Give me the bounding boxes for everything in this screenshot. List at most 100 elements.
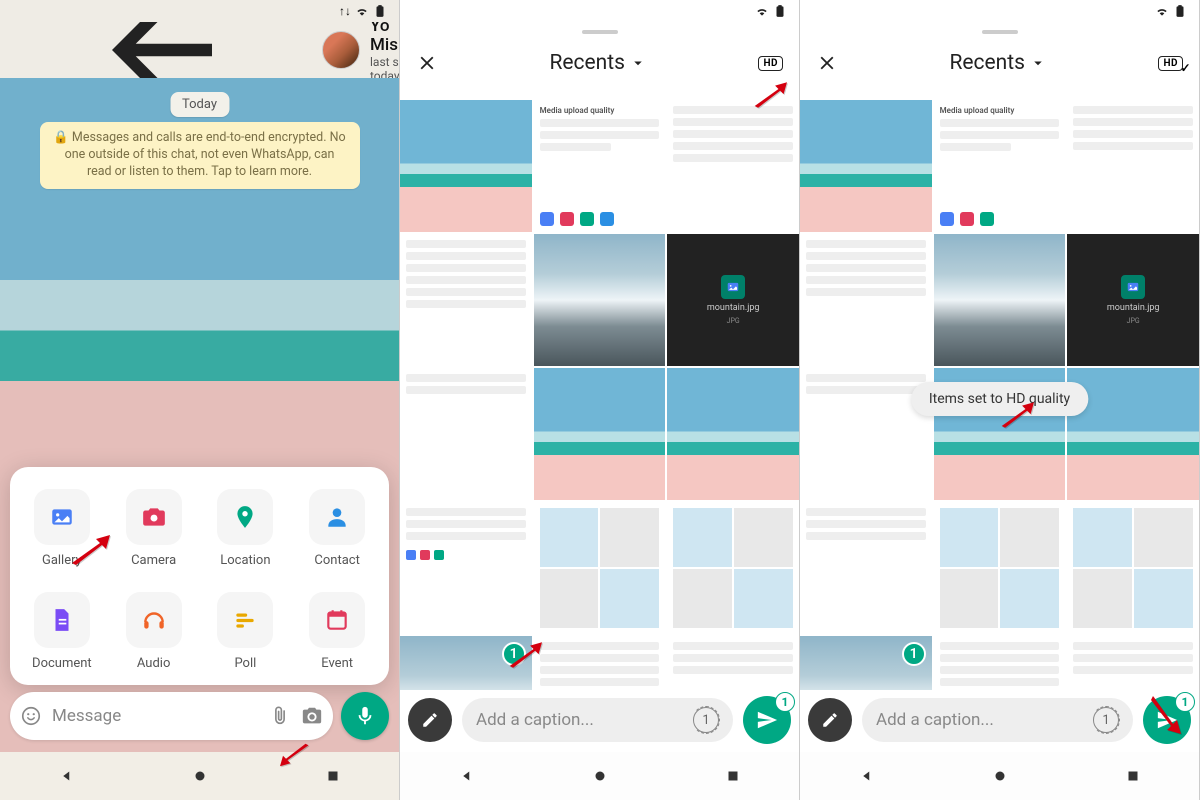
- camera-icon: [141, 504, 167, 530]
- attach-audio[interactable]: Audio: [108, 592, 200, 671]
- thumb[interactable]: mountain.jpg JPG: [667, 234, 799, 366]
- attach-location[interactable]: Location: [200, 489, 292, 568]
- android-nav: [800, 752, 1199, 800]
- thumb-filename: mountain.jpg: [707, 303, 760, 313]
- selection-badge: 1: [902, 642, 926, 666]
- thumb[interactable]: [667, 368, 799, 500]
- chevron-down-icon: [1029, 54, 1047, 72]
- message-input[interactable]: Message: [10, 692, 333, 740]
- send-button[interactable]: 1: [1143, 696, 1191, 744]
- hd-toggle-active[interactable]: HD: [1158, 56, 1183, 71]
- wifi-icon: [355, 4, 369, 18]
- chevron-down-icon: [629, 54, 647, 72]
- event-icon: [324, 607, 350, 633]
- thumb-selected[interactable]: 1: [800, 636, 932, 690]
- thumb[interactable]: [934, 636, 1066, 690]
- nav-back-icon[interactable]: [858, 767, 876, 785]
- nav-recent-icon[interactable]: [324, 767, 342, 785]
- thumb[interactable]: [1067, 636, 1199, 690]
- thumb[interactable]: [1067, 502, 1199, 634]
- attach-camera[interactable]: Camera: [108, 489, 200, 568]
- thumb[interactable]: [800, 502, 932, 634]
- picker-title[interactable]: Recents: [838, 51, 1158, 75]
- close-icon[interactable]: [816, 52, 838, 74]
- thumb[interactable]: [1067, 100, 1199, 232]
- attach-document[interactable]: Document: [16, 592, 108, 671]
- contact-icon: [324, 504, 350, 530]
- send-button[interactable]: 1: [743, 696, 791, 744]
- thumb[interactable]: [400, 368, 532, 500]
- sticker-icon[interactable]: [20, 705, 42, 727]
- view-once-icon[interactable]: 1: [693, 707, 719, 733]
- battery-icon: [1173, 4, 1187, 18]
- thumb[interactable]: [800, 234, 932, 366]
- thumb[interactable]: [934, 502, 1066, 634]
- encryption-notice[interactable]: 🔒Messages and calls are end-to-end encry…: [40, 122, 360, 189]
- thumb[interactable]: [667, 502, 799, 634]
- gallery-icon: [49, 504, 75, 530]
- thumb[interactable]: [800, 100, 932, 232]
- avatar[interactable]: [322, 31, 360, 69]
- attach-poll[interactable]: Poll: [200, 592, 292, 671]
- nav-recent-icon[interactable]: [724, 767, 742, 785]
- picker-header: Recents HD: [400, 38, 799, 88]
- status-bar: [400, 0, 799, 22]
- thumb[interactable]: [534, 502, 666, 634]
- hd-toggle[interactable]: HD: [758, 56, 783, 71]
- thumb[interactable]: [667, 636, 799, 690]
- pencil-icon: [421, 711, 439, 729]
- thumb[interactable]: [534, 368, 666, 500]
- location-icon: [232, 504, 258, 530]
- attach-audio-label: Audio: [137, 656, 170, 671]
- thumb[interactable]: mountain.jpg JPG: [1067, 234, 1199, 366]
- sheet-handle[interactable]: [982, 30, 1018, 34]
- nav-home-icon[interactable]: [991, 767, 1009, 785]
- hd-toast: Items set to HD quality: [911, 382, 1088, 416]
- picker-title[interactable]: Recents: [438, 51, 758, 75]
- nav-back-icon[interactable]: [58, 767, 76, 785]
- message-input-row: Message: [10, 692, 389, 740]
- attach-contact[interactable]: Contact: [291, 489, 383, 568]
- thumb[interactable]: [400, 502, 532, 634]
- send-count: 1: [775, 692, 795, 712]
- poll-icon: [232, 607, 258, 633]
- android-nav: [400, 752, 799, 800]
- thumb-selected[interactable]: 1: [400, 636, 532, 690]
- status-bar: [800, 0, 1199, 22]
- attach-event[interactable]: Event: [291, 592, 383, 671]
- wifi-icon: [1155, 4, 1169, 18]
- thumb[interactable]: Media upload quality: [534, 100, 666, 232]
- caption-row: Add a caption... 1 1: [408, 696, 791, 744]
- thumb[interactable]: [667, 100, 799, 232]
- mic-icon: [354, 705, 376, 727]
- thumb[interactable]: [534, 636, 666, 690]
- nav-home-icon[interactable]: [191, 767, 209, 785]
- thumb[interactable]: Media upload quality: [934, 100, 1066, 232]
- thumb[interactable]: [800, 368, 932, 500]
- thumb[interactable]: [1067, 368, 1199, 500]
- thumb[interactable]: [400, 100, 532, 232]
- thumb[interactable]: [400, 234, 532, 366]
- chat-title-block[interactable]: Yo Mismo last seen today: [370, 17, 400, 84]
- thumb[interactable]: [934, 234, 1066, 366]
- sheet-handle[interactable]: [582, 30, 618, 34]
- nav-home-icon[interactable]: [591, 767, 609, 785]
- close-icon[interactable]: [416, 52, 438, 74]
- edit-button[interactable]: [808, 698, 852, 742]
- nav-back-icon[interactable]: [458, 767, 476, 785]
- nav-recent-icon[interactable]: [1124, 767, 1142, 785]
- pencil-icon: [821, 711, 839, 729]
- view-once-icon[interactable]: 1: [1093, 707, 1119, 733]
- caption-input[interactable]: Add a caption... 1: [862, 698, 1133, 742]
- attach-gallery[interactable]: Gallery: [16, 489, 108, 568]
- net-arrows-icon: ↑↓: [339, 4, 351, 18]
- edit-button[interactable]: [408, 698, 452, 742]
- caption-input[interactable]: Add a caption... 1: [462, 698, 733, 742]
- thumb[interactable]: [534, 234, 666, 366]
- mic-button[interactable]: [341, 692, 389, 740]
- attach-camera-label: Camera: [131, 553, 176, 568]
- clip-icon[interactable]: [269, 705, 291, 727]
- camera-input-icon[interactable]: [301, 705, 323, 727]
- contact-name: Yo Mismo: [370, 17, 400, 56]
- thumb-filemeta: JPG: [1127, 317, 1140, 325]
